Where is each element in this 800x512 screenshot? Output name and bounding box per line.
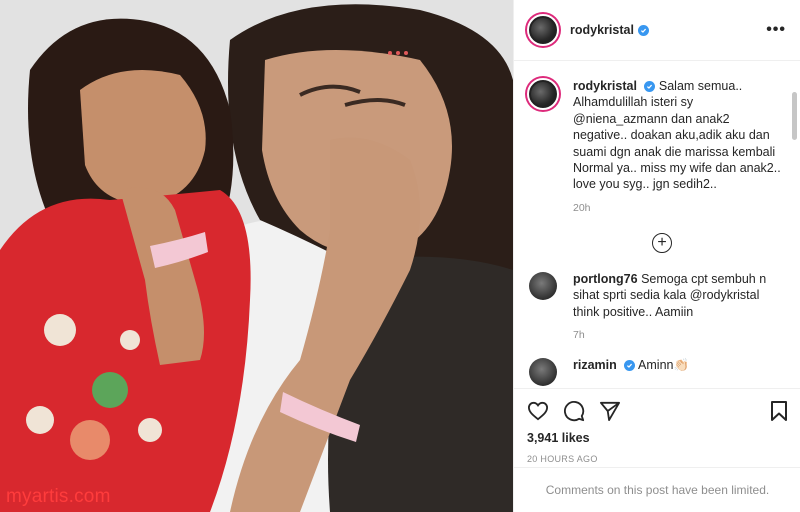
comments-list[interactable]: rodykristal Salam semua.. Alhamdulillah …	[514, 62, 800, 387]
comments-scrollbar[interactable]	[792, 92, 797, 140]
commenter-username[interactable]: portlong76	[573, 272, 638, 286]
verified-badge-icon	[644, 81, 656, 93]
watermark: myartis.com	[6, 486, 111, 507]
post-panel: rodykristal ••• rodykristal Salam semua.…	[513, 0, 800, 512]
comment-icon[interactable]	[563, 400, 585, 422]
comment-item: portlong76 Semoga cpt sembuh n sihat spr…	[527, 271, 787, 341]
more-options-icon[interactable]: •••	[766, 22, 786, 38]
author-username[interactable]: rodykristal	[570, 23, 634, 37]
comment-timestamp[interactable]: 7h	[573, 329, 787, 341]
verified-badge-icon	[624, 360, 636, 372]
caption-timestamp[interactable]: 20h	[573, 202, 787, 214]
caption-username[interactable]: rodykristal	[573, 79, 637, 93]
author-avatar[interactable]	[527, 14, 559, 46]
comments-limited-notice: Comments on this post have been limited.	[514, 467, 800, 512]
commenter-username[interactable]: rizamin	[573, 358, 617, 372]
photo-illustration	[0, 0, 513, 512]
bookmark-icon[interactable]	[770, 400, 788, 422]
commenter-avatar[interactable]	[529, 271, 557, 300]
plus-circle-icon[interactable]: +	[652, 232, 672, 253]
post-actions: 3,941 likes 20 HOURS AGO	[514, 388, 800, 466]
heart-icon[interactable]	[527, 401, 549, 421]
comment-item: rizamin Aminn👏🏻	[527, 357, 787, 387]
caption-text: Salam semua.. Alhamdulillah isteri sy @n…	[573, 79, 781, 192]
post-photo[interactable]: myartis.com	[0, 0, 513, 512]
commenter-avatar[interactable]	[529, 358, 557, 387]
post-header: rodykristal •••	[514, 0, 800, 61]
comment-text: Aminn👏🏻	[638, 358, 690, 373]
photo-indicator-dots	[388, 51, 408, 55]
likes-count[interactable]: 3,941 likes	[527, 431, 788, 445]
paper-plane-icon[interactable]	[599, 401, 621, 421]
post-timestamp[interactable]: 20 HOURS AGO	[527, 454, 788, 464]
caption-avatar[interactable]	[527, 78, 559, 110]
post-caption: rodykristal Salam semua.. Alhamdulillah …	[527, 78, 787, 214]
verified-badge-icon	[637, 24, 649, 36]
